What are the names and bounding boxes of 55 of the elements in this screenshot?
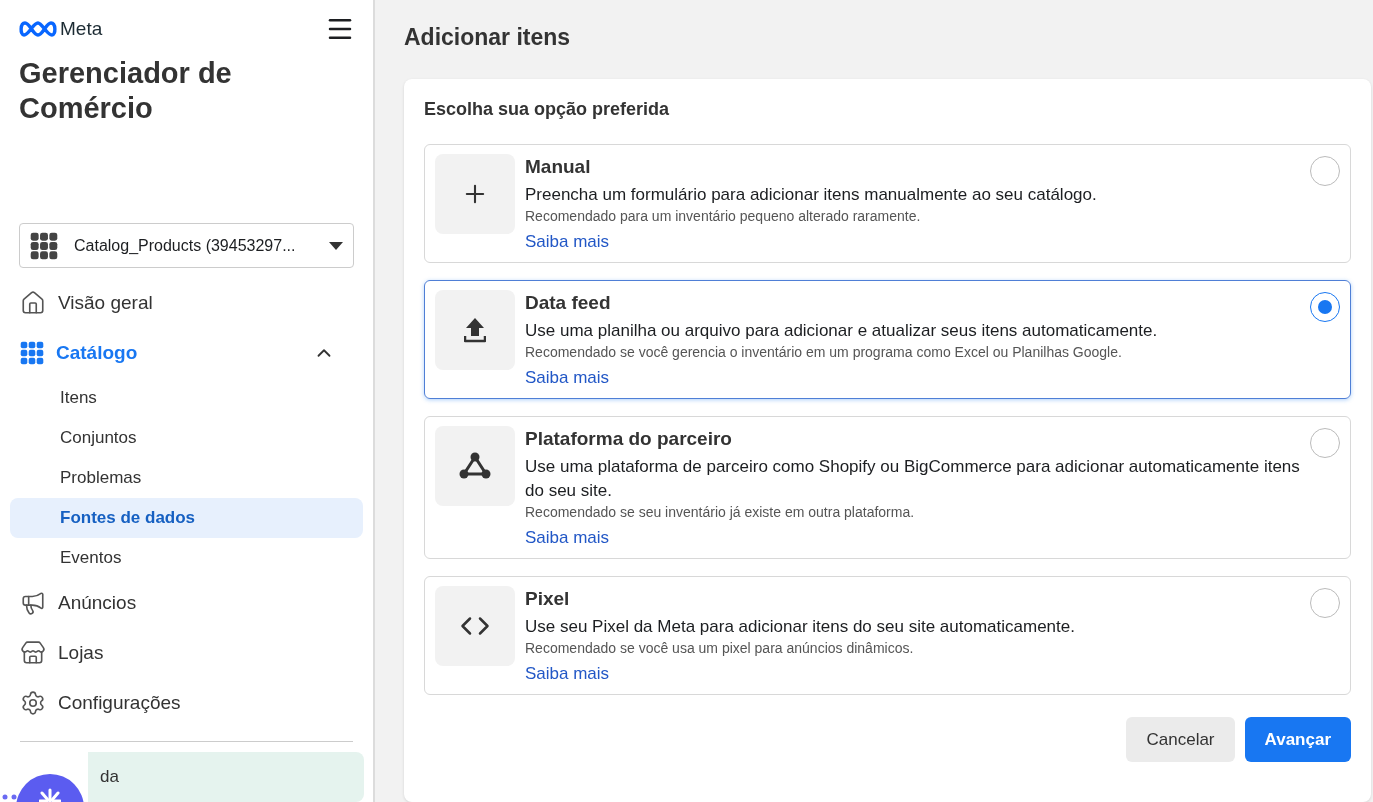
option-description: Preencha um formulário para adicionar itens manualmente ao seu catálogo. [525,184,1098,206]
option-card[interactable]: Pixel Use seu Pixel da Meta para adicionar itens do seu site automaticamente. Recomendado se você usa um pixel para anúncios dinâmicos. Saiba mais [424,576,1351,695]
nav-subitem[interactable]: Problemas [10,458,363,498]
brand-name: Meta [60,18,103,40]
nav-item[interactable]: Configurações [10,678,363,728]
grid-icon [20,341,44,365]
home-icon [20,290,46,316]
nav-item[interactable]: Lojas [10,628,363,678]
learn-more-link[interactable]: Saiba mais [525,663,610,685]
option-description: Use uma plataforma de parceiro como Shopify ou BigCommerce para adicionar automaticamente itens do seu site. [525,456,1300,502]
megaphone-icon [20,590,46,616]
option-title: Pixel [525,587,571,611]
catalog-selector[interactable]: Catalog_Products (39453297... [19,223,354,268]
radio-button[interactable] [1310,156,1340,186]
app-title: Gerenciador de Comércio [19,56,233,126]
learn-more-link[interactable]: Saiba mais [525,527,610,549]
page-title: Adicionar itens [404,24,572,51]
option-title: Data feed [525,291,612,315]
cancel-button[interactable]: Cancelar [1126,717,1235,762]
sparkle-icon [39,788,61,802]
nav-item[interactable]: Anúncios [10,578,363,628]
option-title: Manual [525,155,592,179]
radio-button[interactable] [1310,588,1340,618]
option-recommendation: Recomendado se seu inventário já existe em outra plataforma. [525,503,916,521]
option-card[interactable]: Manual Preencha um formulário para adicionar itens manualmente ao seu catálogo. Recomendado para um inventário pequeno alterado raramente. Saiba mais [424,144,1351,263]
meta-logo-icon [19,20,57,38]
option-recommendation: Recomendado para um inventário pequeno alterado raramente. [525,207,922,225]
radio-button[interactable] [1310,428,1340,458]
grid-icon [30,231,58,260]
learn-more-link[interactable]: Saiba mais [525,367,610,389]
help-item[interactable]: da [88,752,364,802]
option-description: Use seu Pixel da Meta para adicionar itens do seu site automaticamente. [525,616,1076,638]
option-recommendation: Recomendado se você gerencia o inventário em um programa como Excel ou Planilhas Google. [525,343,1123,361]
next-button[interactable]: Avançar [1244,717,1351,762]
nav-subitem[interactable]: Conjuntos [10,418,363,458]
triangle-network-icon [459,452,491,480]
settings-icon [20,690,46,716]
nav-item[interactable]: Catálogo [10,328,363,378]
option-description: Use uma planilha ou arquivo para adicionar e atualizar seus itens automaticamente. [525,320,1159,342]
option-card[interactable]: Data feed Use uma planilha ou arquivo para adicionar e atualizar seus itens automaticamente. Recomendado se você gerencia o inventário em um programa como Excel ou Planilhas Google. Saiba mais [424,280,1351,399]
nav-subitem[interactable]: Itens [10,378,363,418]
dots-icon [2,794,18,800]
nav-subitem[interactable]: Fontes de dados [10,498,363,538]
meta-logo[interactable]: Meta [19,18,103,40]
caret-icon [329,241,343,250]
option-recommendation: Recomendado se você usa um pixel para anúncios dinâmicos. [525,639,915,657]
upload-icon [464,317,486,343]
learn-more-link[interactable]: Saiba mais [525,231,610,253]
nav-item[interactable]: Visão geral [10,278,363,328]
nav-subitem[interactable]: Eventos [10,538,363,578]
option-title: Plataforma do parceiro [525,427,733,451]
radio-button[interactable] [1310,292,1340,322]
store-icon [20,640,46,666]
option-card[interactable] [424,416,1351,559]
prompt-text: Escolha sua opção preferida [424,99,671,120]
